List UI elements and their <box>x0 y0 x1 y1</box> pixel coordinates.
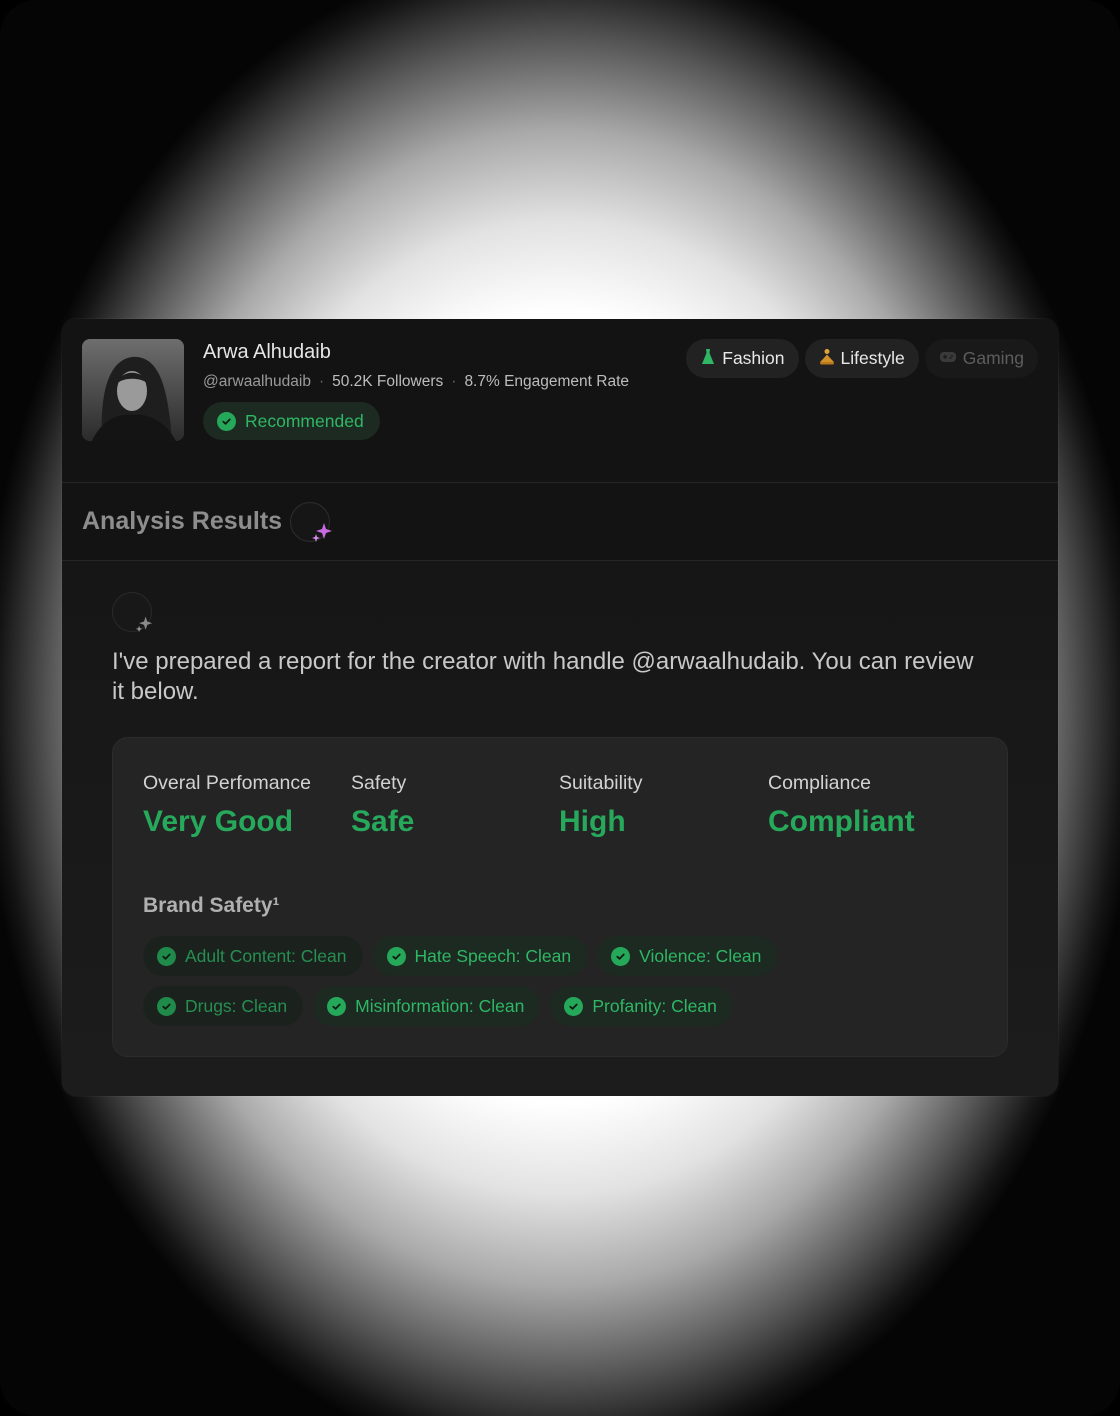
pill-label: Violence: Clean <box>639 945 762 966</box>
avatar <box>82 339 184 441</box>
check-circle-icon <box>157 996 176 1016</box>
metric-label: Compliance <box>768 772 871 794</box>
engagement-rate: 8.7% Engagement Rate <box>464 373 630 390</box>
check-circle-icon <box>217 411 236 431</box>
metric-compliance: Compliance Compliant <box>768 772 915 839</box>
metric-value: High <box>559 805 626 838</box>
metric-performance: Overal Perfomance Very Good <box>143 772 311 839</box>
check-circle-icon <box>564 996 584 1016</box>
followers-count: 50.2K Followers <box>332 373 444 390</box>
check-circle-icon <box>386 946 406 966</box>
metric-value: Safe <box>351 805 415 838</box>
tag-label: Fashion <box>722 348 785 368</box>
separator-dot: · <box>451 373 457 390</box>
metric-suitability: Suitability High <box>559 772 642 839</box>
section-divider <box>62 560 1058 561</box>
tag-gaming[interactable]: Gaming <box>924 339 1038 378</box>
assistant-message: I've prepared a report for the creator w… <box>112 648 974 705</box>
pill-label: Drugs: Clean <box>185 995 288 1016</box>
metric-value: Compliant <box>768 805 915 838</box>
brand-safety-pill: Hate Speech: Clean <box>372 936 588 976</box>
dress-icon <box>700 348 716 369</box>
ai-sparkle-button[interactable] <box>290 502 332 542</box>
metric-label: Overal Perfomance <box>143 772 311 794</box>
meditation-icon <box>819 348 835 369</box>
pill-label: Adult Content: Clean <box>185 945 347 966</box>
brand-safety-pill: Profanity: Clean <box>550 986 733 1026</box>
creator-meta: @arwaalhudaib · 50.2K Followers · 8.7% Engag… <box>203 373 629 391</box>
metric-safety: Safety Safe <box>351 772 414 839</box>
brand-safety-pill: Violence: Clean <box>597 936 778 976</box>
brand-safety-title: Brand Safety¹ <box>143 894 280 917</box>
brand-safety-pill: Misinformation: Clean <box>313 986 541 1026</box>
tag-label: Lifestyle <box>840 348 905 368</box>
brand-safety-row: Drugs: Clean Misinformation: Clean Profa… <box>143 986 733 1026</box>
backdrop: Arwa Alhudaib @arwaalhudaib · 50.2K Follow… <box>0 0 1120 1416</box>
tag-fashion[interactable]: Fashion <box>686 339 799 378</box>
check-circle-icon <box>327 996 347 1016</box>
pill-label: Hate Speech: Clean <box>414 945 572 966</box>
separator-dot: · <box>318 373 325 390</box>
assistant-avatar <box>112 592 153 633</box>
header-divider <box>62 482 1058 483</box>
creator-handle: @arwaalhudaib <box>203 373 311 390</box>
recommended-label: Recommended <box>245 410 364 431</box>
check-circle-icon <box>611 946 631 966</box>
section-title: Analysis Results <box>82 507 283 535</box>
report-summary: Overal Perfomance Very Good Safety Safe … <box>112 737 1008 1057</box>
sparkle-icon <box>312 523 332 542</box>
metric-value: Very Good <box>143 805 294 838</box>
check-circle-icon <box>157 946 176 966</box>
brand-safety-pill: Drugs: Clean <box>143 986 304 1026</box>
sparkle-icon <box>135 616 153 633</box>
creator-name: Arwa Alhudaib <box>203 341 331 363</box>
metric-label: Suitability <box>559 772 643 794</box>
brand-safety-row: Adult Content: Clean Hate Speech: Clean … <box>143 936 778 976</box>
tag-lifestyle[interactable]: Lifestyle <box>804 339 919 378</box>
metric-label: Safety <box>351 772 407 794</box>
tag-label: Gaming <box>962 348 1024 368</box>
category-tags: Fashion Lifestyle Gaming <box>686 339 1038 378</box>
pill-label: Misinformation: Clean <box>355 995 525 1016</box>
gamepad-icon <box>939 350 957 367</box>
recommended-badge: Recommended <box>203 402 380 440</box>
creator-report-card: Arwa Alhudaib @arwaalhudaib · 50.2K Follow… <box>62 319 1058 1096</box>
brand-safety-pill: Adult Content: Clean <box>143 936 363 976</box>
pill-label: Profanity: Clean <box>592 995 717 1016</box>
